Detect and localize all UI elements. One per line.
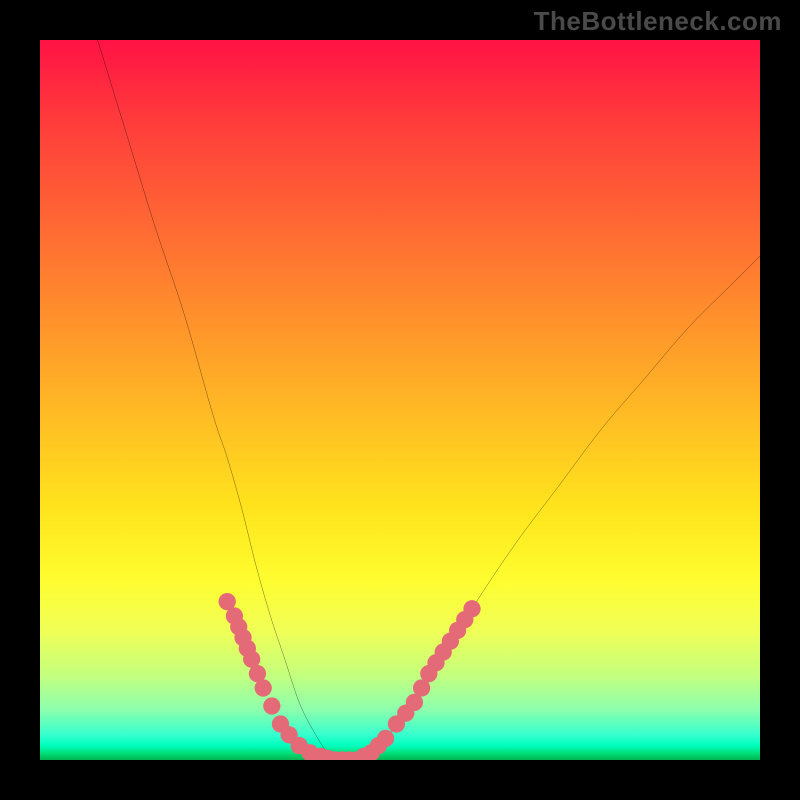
marker-point (377, 730, 394, 747)
marker-point (263, 697, 280, 714)
plot-area (40, 40, 760, 760)
marker-point (255, 679, 272, 696)
left-arm-markers (219, 593, 359, 760)
chart-svg (40, 40, 760, 760)
bottleneck-curve (98, 40, 760, 760)
marker-point (463, 600, 480, 617)
watermark-text: TheBottleneck.com (534, 6, 782, 37)
chart-frame: TheBottleneck.com (0, 0, 800, 800)
right-arm-markers (348, 600, 480, 760)
